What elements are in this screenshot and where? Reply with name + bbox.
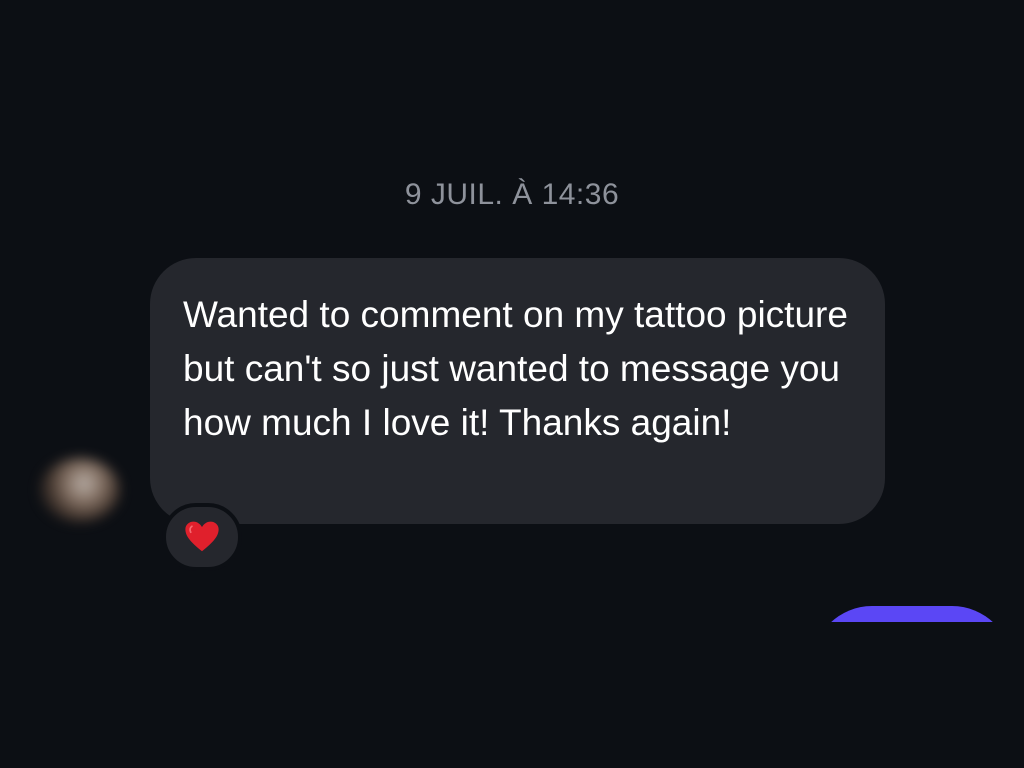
heart-icon — [185, 521, 219, 552]
sent-message-bubble[interactable] — [812, 606, 1012, 622]
chat-screen: 9 JUIL. À 14:36 Wanted to comment on my … — [0, 0, 1024, 768]
sender-avatar[interactable] — [40, 458, 120, 522]
message-reaction[interactable] — [162, 503, 242, 571]
received-message-bubble[interactable]: Wanted to comment on my tattoo picture b… — [150, 258, 885, 524]
message-timestamp: 9 JUIL. À 14:36 — [404, 178, 620, 211]
